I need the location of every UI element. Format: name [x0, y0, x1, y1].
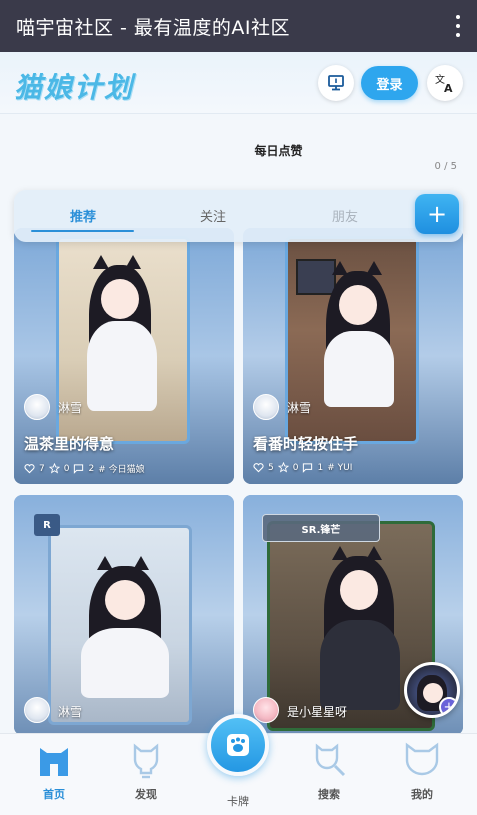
daily-likes-count: 0 / 5 [434, 161, 457, 172]
rarity-badge: SR.锋芒 [262, 514, 380, 542]
post-tag[interactable]: # 今日猫娘 [98, 462, 144, 475]
nav-discover[interactable]: 发现 [116, 740, 176, 808]
more-menu-icon[interactable] [453, 12, 463, 40]
plus-icon: + [439, 697, 457, 715]
avatar[interactable] [24, 394, 50, 420]
author-name[interactable]: 淋雪 [58, 703, 82, 720]
like-count: 5 [268, 462, 274, 473]
nav-profile-label: 我的 [411, 788, 433, 801]
star-icon[interactable] [277, 462, 289, 473]
active-tab-indicator [31, 230, 134, 232]
post-title: 看番时轻按住手 [253, 435, 359, 453]
monitor-button[interactable] [318, 65, 354, 101]
star-count: 0 [292, 462, 299, 473]
language-button[interactable]: 文 A [427, 65, 463, 101]
profile-cat-icon [405, 742, 439, 776]
post-tag[interactable]: # YUI [327, 463, 352, 473]
heart-icon[interactable] [253, 462, 264, 473]
post-card[interactable]: 淋雪 温茶里的得意 7 0 2 # 今日猫娘 [14, 228, 234, 484]
daily-likes-label: 每日点赞 [254, 144, 303, 158]
nav-search-label: 搜索 [318, 788, 340, 801]
post-title: 温茶里的得意 [24, 435, 115, 453]
lightbulb-cat-icon [133, 743, 159, 779]
daily-likes-section: 每日点赞 0 / 5 [0, 114, 477, 194]
nav-search[interactable]: 搜索 [299, 740, 359, 808]
window-title: 喵宇宙社区 - 最有温度的AI社区 [16, 16, 291, 39]
like-count: 7 [39, 463, 45, 474]
author-name[interactable]: 淋雪 [58, 399, 82, 416]
floating-assistant-avatar[interactable]: + [404, 662, 460, 718]
tab-recommend[interactable]: 推荐 [70, 206, 96, 225]
monitor-icon [328, 75, 344, 91]
comment-count: 2 [88, 463, 95, 474]
star-icon[interactable] [48, 463, 60, 474]
comment-count: 1 [317, 462, 324, 473]
avatar[interactable] [253, 697, 279, 723]
comment-icon[interactable] [302, 462, 313, 473]
post-card[interactable]: 淋雪 看番时轻按住手 5 0 1 # YUI [243, 228, 463, 484]
nav-home[interactable]: 首页 [24, 740, 84, 808]
rarity-badge: R [34, 514, 60, 536]
search-cat-icon [315, 743, 346, 777]
nav-cards-label: 卡牌 [227, 795, 249, 808]
tab-friends[interactable]: 朋友 [332, 206, 358, 225]
nav-cards-button[interactable] [207, 714, 269, 776]
nav-home-label: 首页 [43, 788, 65, 801]
post-stats: 7 0 2 # 今日猫娘 [24, 462, 145, 475]
svg-text:A: A [444, 82, 453, 94]
feed-tabs: 推荐 关注 朋友 + [14, 190, 463, 242]
tab-following[interactable]: 关注 [200, 206, 226, 225]
avatar[interactable] [253, 394, 279, 420]
nav-discover-label: 发现 [135, 788, 157, 801]
avatar[interactable] [24, 697, 50, 723]
post-stats: 5 0 1 # YUI [253, 462, 352, 473]
nav-profile[interactable]: 我的 [392, 740, 452, 808]
app-logo[interactable]: 猫娘计划 [14, 66, 134, 106]
author-name[interactable]: 是小星星呀 [287, 703, 347, 720]
translate-icon: 文 A [435, 73, 453, 94]
login-button[interactable]: 登录 [361, 66, 418, 100]
star-count: 0 [63, 463, 70, 474]
home-cat-icon [40, 748, 68, 776]
comment-icon[interactable] [73, 463, 84, 474]
window-titlebar: 喵宇宙社区 - 最有温度的AI社区 [0, 0, 477, 52]
add-post-button[interactable]: + [415, 194, 459, 234]
paw-icon [227, 734, 249, 756]
heart-icon[interactable] [24, 463, 35, 474]
card-frame [48, 525, 192, 725]
author-name[interactable]: 淋雪 [287, 399, 311, 416]
